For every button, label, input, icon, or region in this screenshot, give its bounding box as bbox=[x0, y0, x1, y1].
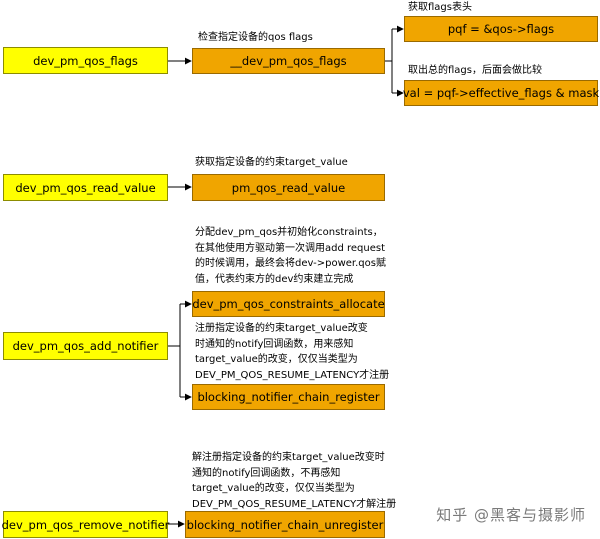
box-dev-pm-qos-remove-notifier: dev_pm_qos_remove_notifier bbox=[2, 511, 169, 538]
note-chain-unregister: 解注册指定设备的约束target_value改变时 通知的notify回调函数，… bbox=[192, 450, 396, 512]
note-line: target_value的改变，仅仅当类型为 bbox=[195, 354, 358, 365]
note-line: 时通知的notify回调函数，用来感知 bbox=[195, 338, 354, 350]
box-__dev-pm-qos-flags: __dev_pm_qos_flags bbox=[192, 48, 385, 74]
note-line: 的时候调用，最终会将dev->power.qos赋 bbox=[195, 258, 386, 269]
note-line: 分配dev_pm_qos并初始化constraints， bbox=[195, 227, 383, 238]
box-dev-pm-qos-read-value: dev_pm_qos_read_value bbox=[3, 174, 168, 201]
note-read-value: 获取指定设备的约束target_value bbox=[195, 157, 348, 168]
box-pqf-assignment: pqf = &qos->flags bbox=[404, 16, 598, 42]
note-line: target_value的改变，仅仅当类型为 bbox=[192, 483, 355, 494]
box-blocking-notifier-chain-unregister: blocking_notifier_chain_unregister bbox=[185, 511, 385, 538]
box-blocking-notifier-chain-register: blocking_notifier_chain_register bbox=[192, 384, 385, 410]
note-line: 在其他使用方驱动第一次调用add request bbox=[195, 242, 386, 254]
box-val-assignment: val = pqf->effective_flags & mask bbox=[403, 80, 599, 106]
note-line: 通知的notify回调函数，不再感知 bbox=[192, 467, 341, 479]
note-line: 解注册指定设备的约束target_value改变时 bbox=[192, 452, 385, 463]
watermark: 知乎 @黑客与摄影师 bbox=[436, 506, 586, 524]
box-pm-qos-read-value: pm_qos_read_value bbox=[192, 174, 385, 201]
box-dev-pm-qos-add-notifier: dev_pm_qos_add_notifier bbox=[3, 332, 168, 360]
box-dev-pm-qos-flags: dev_pm_qos_flags bbox=[3, 47, 168, 74]
note-line: DEV_PM_QOS_RESUME_LATENCY才解注册 bbox=[192, 498, 397, 510]
note-constraints-allocate: 分配dev_pm_qos并初始化constraints， 在其他使用方驱动第一次… bbox=[195, 225, 386, 287]
note-pqf: 获取flags表头 bbox=[408, 2, 472, 13]
box-dev-pm-qos-constraints-allocate: dev_pm_qos_constraints_allocate bbox=[192, 291, 385, 317]
note-flags: 检查指定设备的qos flags bbox=[198, 32, 313, 43]
note-line: 值，代表约束方的dev约束建立完成 bbox=[195, 273, 354, 285]
note-val: 取出总的flags，后面会做比较 bbox=[408, 65, 542, 76]
note-chain-register: 注册指定设备的约束target_value改变 时通知的notify回调函数，用… bbox=[195, 321, 389, 383]
note-line: 注册指定设备的约束target_value改变 bbox=[195, 323, 368, 334]
note-line: DEV_PM_QOS_RESUME_LATENCY才注册 bbox=[195, 369, 390, 381]
